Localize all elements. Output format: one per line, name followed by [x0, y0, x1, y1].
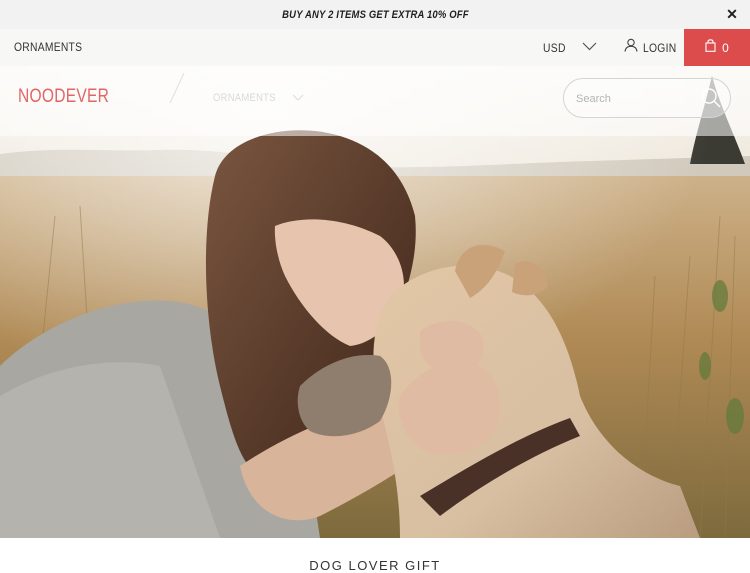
- search-input[interactable]: [576, 90, 696, 108]
- chevron-down-icon: [582, 38, 597, 56]
- login-label: LOGIN: [643, 40, 677, 55]
- header-divider: [169, 72, 185, 104]
- user-icon: [624, 38, 638, 57]
- section-heading: DOG LOVER GIFT: [309, 558, 441, 573]
- close-icon[interactable]: ✕: [724, 6, 740, 22]
- currency-selector[interactable]: USD: [543, 40, 597, 56]
- login-link[interactable]: LOGIN: [624, 38, 682, 57]
- search-box: [563, 78, 731, 118]
- shopping-bag-icon: [705, 38, 716, 57]
- announcement-bar: BUY ANY 2 ITEMS GET EXTRA 10% OFF ✕: [0, 0, 750, 29]
- section-container: DOG LOVER GIFT: [0, 538, 750, 573]
- nav-item-ornaments[interactable]: ORNAMENTS: [213, 90, 304, 106]
- announcement-text: BUY ANY 2 ITEMS GET EXTRA 10% OFF: [281, 8, 469, 21]
- hero-image: [0, 66, 750, 538]
- cart-button[interactable]: 0: [684, 29, 750, 66]
- currency-label: USD: [543, 41, 566, 55]
- top-ornaments-link[interactable]: ORNAMENTS: [14, 40, 82, 54]
- nav-item-label: ORNAMENTS: [213, 92, 276, 104]
- cart-count: 0: [722, 40, 729, 55]
- top-utility-bar: ORNAMENTS USD LOGIN: [0, 29, 750, 66]
- chevron-down-icon: [292, 88, 304, 106]
- store-logo[interactable]: NOODEVER: [18, 86, 109, 108]
- search-icon[interactable]: [700, 87, 722, 109]
